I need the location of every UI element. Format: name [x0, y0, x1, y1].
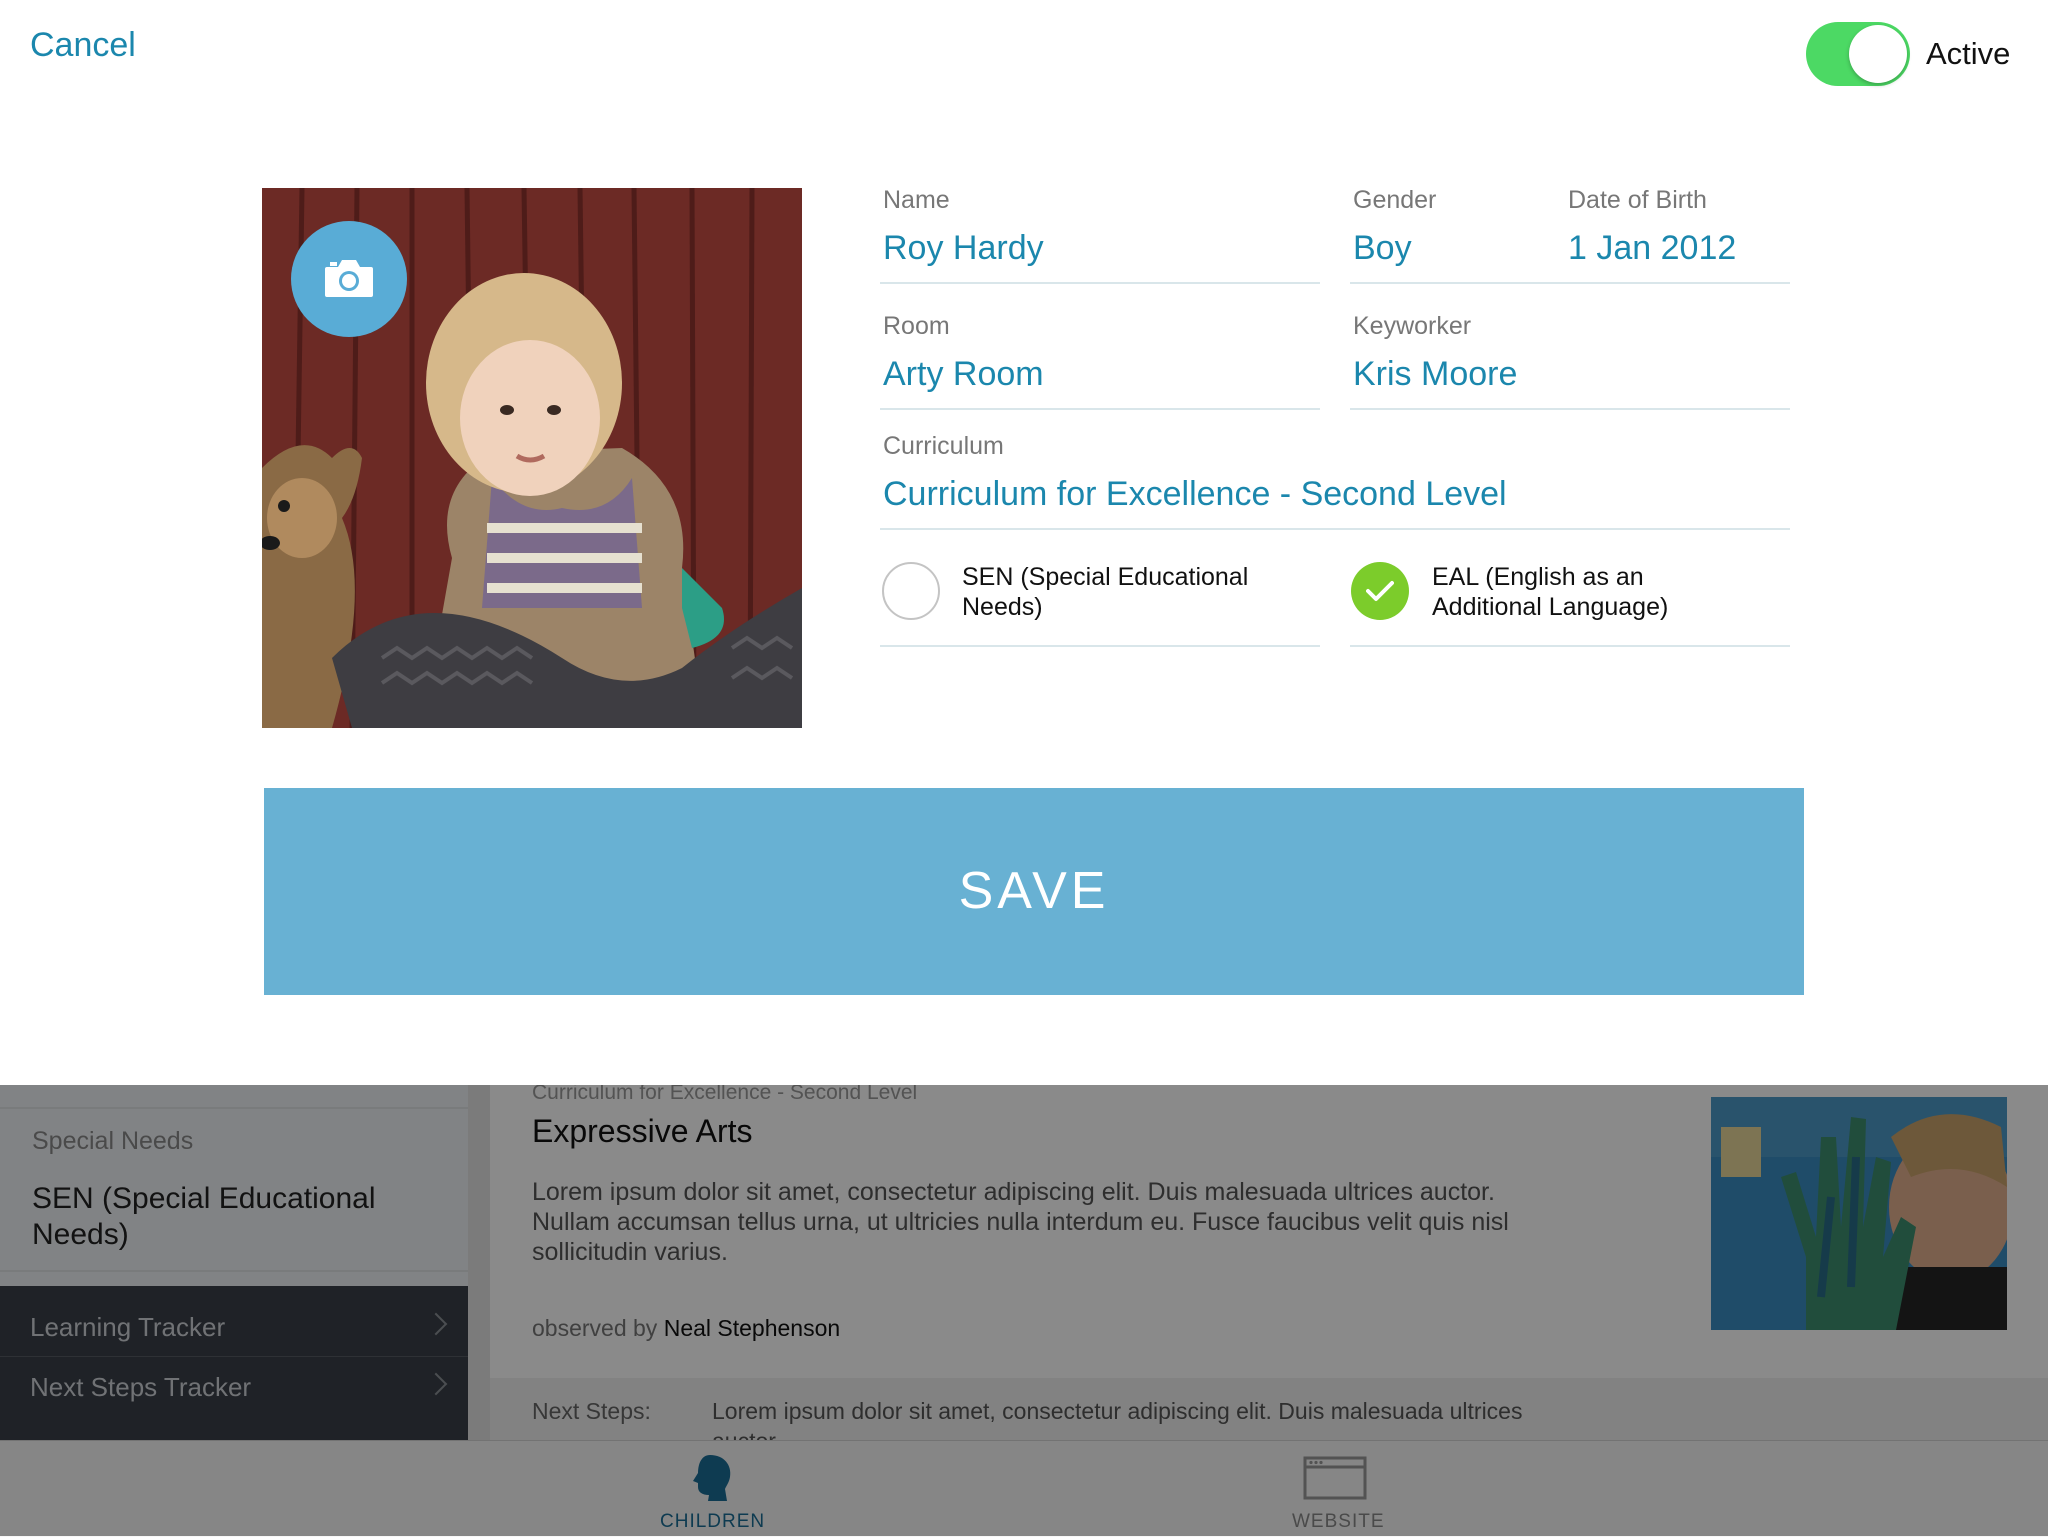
sen-label-line: SEN (Special Educational: [962, 563, 1249, 591]
change-photo-button[interactable]: [291, 221, 407, 337]
curriculum-field[interactable]: Curriculum for Excellence - Second Level: [883, 475, 1507, 514]
keyworker-label: Keyworker: [1353, 312, 1472, 340]
sen-label: SEN (Special Educational Needs): [962, 562, 1248, 622]
sen-underline: [880, 645, 1320, 647]
gender-label: Gender: [1353, 186, 1437, 214]
sen-checkbox[interactable]: [882, 562, 940, 620]
edit-child-modal: Cancel Active Name Roy Hardy Gender Boy …: [0, 0, 2048, 1085]
name-label: Name: [883, 186, 950, 214]
active-toggle[interactable]: [1806, 22, 1910, 86]
name-underline: [880, 282, 1320, 284]
save-button-label: SAVE: [958, 862, 1110, 920]
camera-icon: [325, 260, 373, 297]
curriculum-underline: [880, 528, 1790, 530]
dob-label: Date of Birth: [1568, 186, 1707, 214]
curriculum-label: Curriculum: [883, 432, 1004, 460]
sen-label-line: Needs): [962, 593, 1043, 621]
room-label: Room: [883, 312, 950, 340]
room-field[interactable]: Arty Room: [883, 355, 1044, 394]
toggle-knob: [1849, 25, 1907, 83]
eal-label: EAL (English as an Additional Language): [1432, 562, 1668, 622]
gender-dob-underline: [1350, 282, 1790, 284]
room-underline: [880, 408, 1320, 410]
eal-label-line: Additional Language): [1432, 593, 1669, 621]
cancel-button[interactable]: Cancel: [30, 26, 136, 65]
name-field[interactable]: Roy Hardy: [883, 229, 1044, 268]
gender-field[interactable]: Boy: [1353, 229, 1412, 268]
checkmark-icon: [1366, 581, 1394, 601]
dob-field[interactable]: 1 Jan 2012: [1568, 229, 1736, 268]
save-button[interactable]: SAVE: [264, 788, 1804, 995]
eal-label-line: EAL (English as an: [1432, 563, 1644, 591]
keyworker-underline: [1350, 408, 1790, 410]
active-label: Active: [1926, 36, 2011, 71]
eal-underline: [1350, 645, 1790, 647]
eal-checkbox[interactable]: [1351, 562, 1409, 620]
keyworker-field[interactable]: Kris Moore: [1353, 355, 1517, 394]
